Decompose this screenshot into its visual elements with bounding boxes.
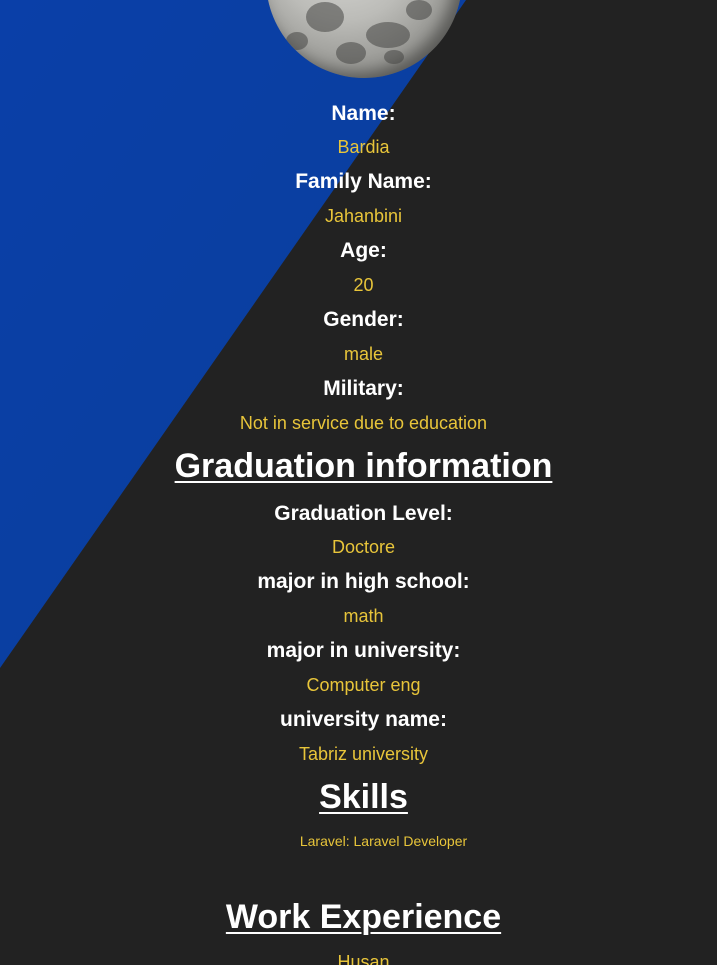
family-name-label: Family Name: [295, 170, 432, 193]
gender-value: male [343, 344, 383, 364]
work-experience-section-title: Work Experience [225, 898, 502, 936]
military-label: Military: [323, 377, 404, 400]
family-name-value: Jahanbini [324, 206, 403, 226]
age-label: Age: [340, 239, 387, 262]
skill-item: Laravel: Laravel Developer [299, 833, 468, 849]
gender-label: Gender: [323, 308, 404, 331]
age-value: 20 [353, 275, 374, 295]
work-experience-item: Husan [337, 952, 390, 965]
high-school-major-value: math [343, 606, 384, 626]
university-name-value: Tabriz university [298, 744, 429, 764]
university-major-value: Computer eng [306, 675, 421, 695]
skills-section-title: Skills [319, 778, 408, 816]
graduation-section-title: Graduation information [174, 447, 553, 485]
graduation-level-value: Doctore [331, 537, 396, 557]
university-major-label: major in university: [266, 639, 461, 662]
high-school-major-label: major in high school: [257, 570, 470, 593]
military-value: Not in service due to education [239, 413, 488, 433]
graduation-level-label: Graduation Level: [274, 502, 453, 525]
name-value: Bardia [337, 137, 390, 157]
name-label: Name: [331, 102, 396, 125]
university-name-label: university name: [280, 708, 447, 731]
